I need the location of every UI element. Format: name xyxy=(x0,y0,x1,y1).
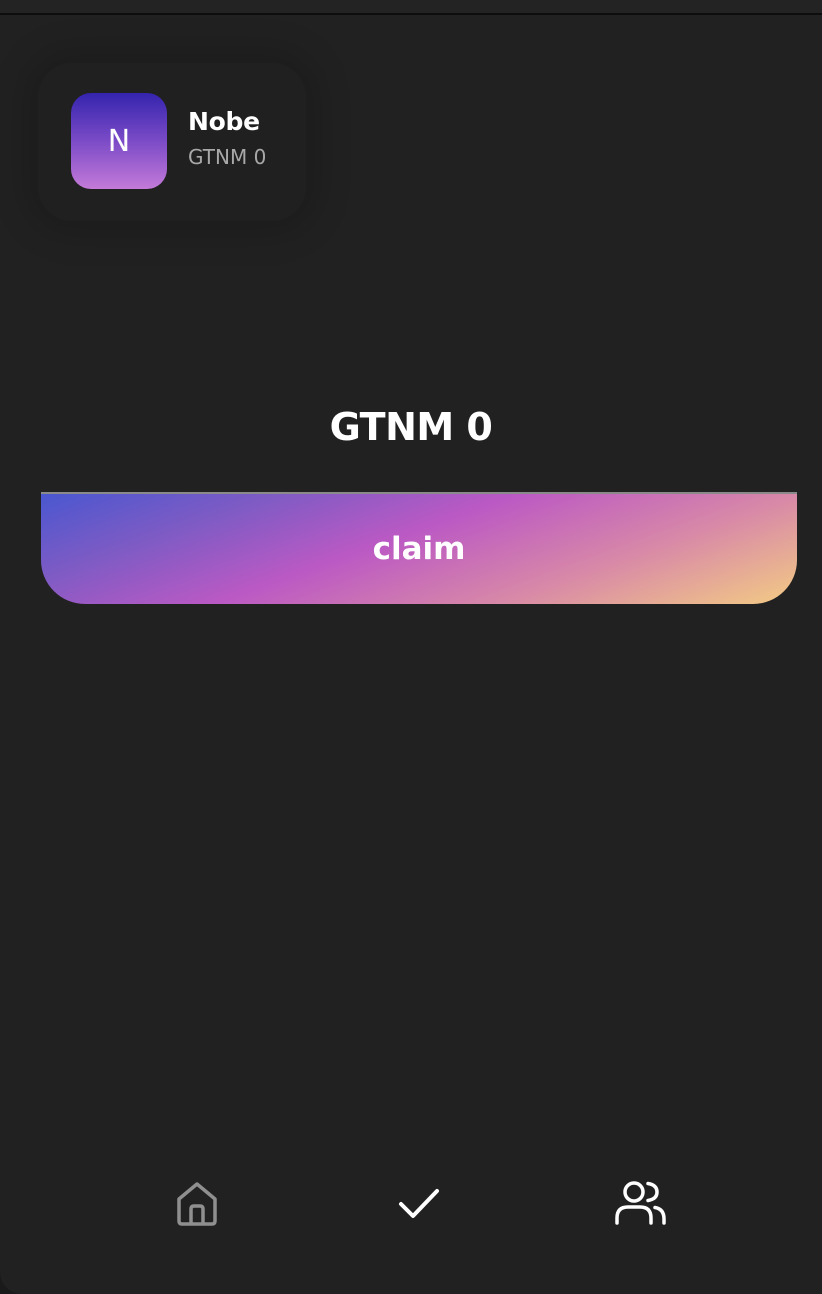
balance-heading: GTNM 0 xyxy=(329,405,493,449)
avatar: N xyxy=(71,93,167,189)
avatar-initial: N xyxy=(107,123,131,159)
app-screen: N Nobe GTNM 0 GTNM 0 claim xyxy=(0,15,822,1294)
user-name: Nobe xyxy=(188,107,260,136)
claim-button[interactable]: claim xyxy=(41,492,797,604)
profile-card: N Nobe GTNM 0 xyxy=(38,63,306,221)
home-icon xyxy=(177,1182,217,1226)
nav-tasks-button[interactable] xyxy=(391,1175,447,1231)
users-icon xyxy=(615,1181,666,1225)
bottom-nav xyxy=(0,1155,822,1245)
user-balance: GTNM 0 xyxy=(188,145,267,169)
nav-home-button[interactable] xyxy=(169,1175,225,1231)
window-top-bar xyxy=(0,0,822,15)
check-icon xyxy=(399,1189,439,1218)
nav-friends-button[interactable] xyxy=(613,1175,669,1231)
